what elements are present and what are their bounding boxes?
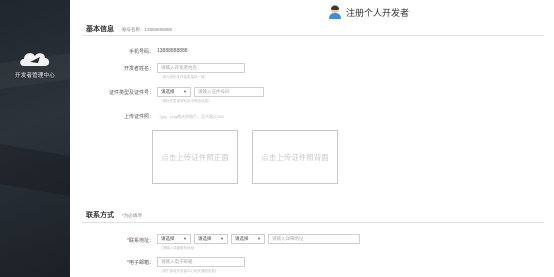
- sidebar-brand: 开发者管理中心: [15, 73, 55, 79]
- phone-label: 手机号码：: [128, 49, 154, 55]
- address-input[interactable]: 请输入详细地址: [268, 234, 360, 244]
- sidebar: 开发者管理中心: [0, 0, 70, 277]
- address-label: *联系地址：: [127, 238, 154, 244]
- chevron-down-icon: ▼: [257, 236, 261, 241]
- section-divider: [82, 35, 544, 36]
- city-value: 请选择: [198, 236, 212, 241]
- name-label: 开发者姓名：: [123, 66, 154, 72]
- address-hint: （请输入详细联系地址）: [159, 246, 198, 250]
- main-panel: 注册个人开发者 基本信息 账号名称： 13888888888 手机号码： 138…: [70, 0, 554, 277]
- name-hint: （请与身份证件信息保持一致）: [159, 75, 208, 79]
- email-label: *电子邮箱：: [127, 260, 154, 266]
- chevron-down-icon: ▼: [220, 236, 224, 241]
- chevron-down-icon: ▼: [183, 89, 187, 94]
- id-type-select[interactable]: 请选择 ▼: [157, 87, 191, 97]
- district-value: 请选择: [235, 236, 249, 241]
- phone-value: 13888888888: [157, 48, 188, 54]
- sidebar-decoration: [0, 142, 70, 198]
- id-hint: （请在开发者资料页中修改信息）: [159, 99, 212, 103]
- province-select[interactable]: 请选择 ▼: [157, 234, 191, 244]
- developer-name-input[interactable]: 请输入开发者姓名: [157, 63, 245, 73]
- chevron-down-icon: ▼: [183, 236, 187, 241]
- contact-header: 联系方式 *为必填项: [86, 210, 142, 220]
- basic-info-header: 基本信息 账号名称： 13888888888: [86, 24, 172, 34]
- developer-avatar-icon: [329, 5, 341, 19]
- id-label: 证件类型及证件号：: [108, 90, 154, 96]
- cloud-logo-icon: [20, 53, 50, 66]
- province-value: 请选择: [161, 236, 175, 241]
- upload-front-button[interactable]: 点击上传证件照正面: [152, 130, 238, 184]
- basic-info-title: 基本信息: [86, 26, 114, 33]
- page-title: 注册个人开发者: [346, 8, 410, 18]
- upload-hint: （jpg、png格式的图片，且不超过2M）: [157, 114, 227, 119]
- contact-title: 联系方式: [86, 212, 114, 219]
- upload-label: 上传证件照：: [123, 114, 154, 120]
- required-note: *为必填项: [122, 213, 142, 218]
- upload-back-button[interactable]: 点击上传证件照背面: [252, 130, 338, 184]
- district-select[interactable]: 请选择 ▼: [231, 234, 265, 244]
- section-divider: [82, 222, 544, 223]
- account-label: 账号名称：: [122, 27, 145, 32]
- account-value: 13888888888: [144, 27, 173, 32]
- id-number-input[interactable]: 请输入证件号码: [194, 87, 264, 97]
- id-type-value: 请选择: [161, 89, 175, 94]
- email-input[interactable]: 请输入电子邮箱: [157, 257, 245, 267]
- city-select[interactable]: 请选择 ▼: [194, 234, 228, 244]
- email-hint: （用于接收开发者中心相关通知信息）: [159, 269, 219, 273]
- header: 注册个人开发者: [70, 0, 554, 24]
